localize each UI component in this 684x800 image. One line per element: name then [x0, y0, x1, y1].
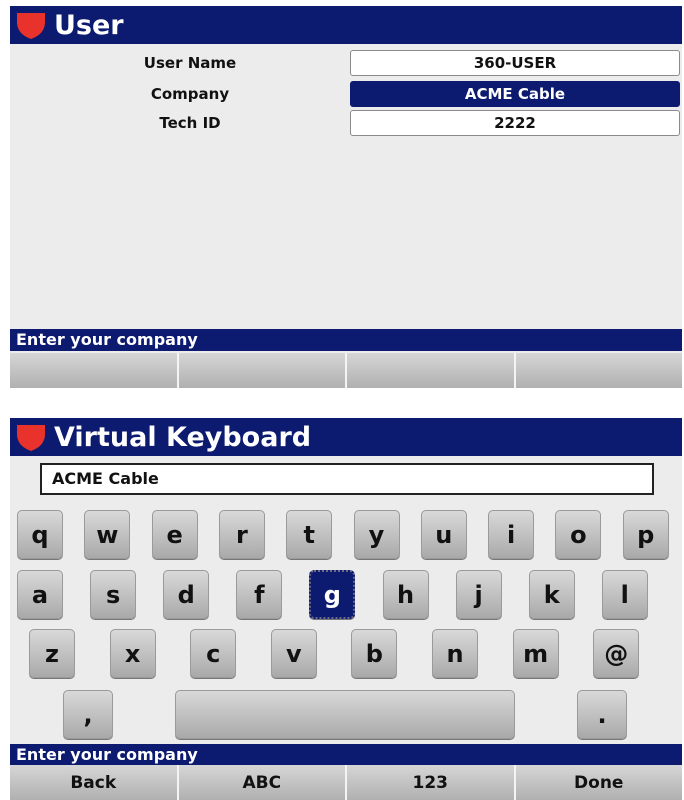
key-i[interactable]: i — [488, 510, 535, 559]
key-w[interactable]: w — [84, 510, 131, 559]
form-row-company: Company ACME Cable — [10, 81, 682, 109]
key-z[interactable]: z — [29, 629, 75, 678]
key-d[interactable]: d — [163, 570, 210, 619]
tech-id-field[interactable]: 2222 — [350, 110, 680, 136]
key-a[interactable]: a — [17, 570, 63, 619]
key-e[interactable]: e — [151, 510, 198, 559]
page-title: User — [54, 9, 124, 41]
keyboard-input-field[interactable]: ACME Cable — [40, 463, 654, 495]
keyboard-softkeys: Back ABC 123 Done — [10, 765, 682, 800]
done-button[interactable]: Done — [515, 765, 682, 800]
key-b[interactable]: b — [351, 629, 398, 678]
user-softkey-4[interactable] — [515, 353, 682, 388]
user-softkey-1[interactable] — [10, 353, 179, 388]
user-hint-bar: Enter your company — [10, 329, 682, 351]
user-title-bar: User — [10, 6, 682, 44]
comma-key[interactable]: , — [63, 690, 113, 739]
user-name-field[interactable]: 360-USER — [350, 50, 680, 76]
key-f[interactable]: f — [236, 570, 283, 619]
key-u[interactable]: u — [420, 510, 467, 559]
key-k[interactable]: k — [528, 570, 575, 619]
form-row-user-name: User Name 360-USER — [10, 50, 682, 78]
user-screen: User User Name 360-USER Company ACME Cab… — [10, 6, 682, 359]
key-y[interactable]: y — [353, 510, 400, 559]
shield-icon — [17, 13, 45, 39]
period-key[interactable]: . — [577, 690, 627, 739]
key-j[interactable]: j — [455, 570, 502, 619]
keyboard-screen: Virtual Keyboard ACME Cable qwertyuiop as… — [10, 418, 682, 766]
key-r[interactable]: r — [218, 510, 265, 559]
user-softkeys — [10, 353, 682, 388]
key-p[interactable]: p — [622, 510, 669, 559]
user-softkey-2[interactable] — [178, 353, 347, 388]
at-key[interactable]: @ — [593, 629, 640, 678]
key-g[interactable]: g — [309, 570, 356, 619]
company-field[interactable]: ACME Cable — [350, 81, 680, 107]
back-button[interactable]: Back — [10, 765, 179, 800]
key-o[interactable]: o — [555, 510, 602, 559]
keyboard-title: Virtual Keyboard — [54, 421, 312, 453]
key-t[interactable]: t — [286, 510, 333, 559]
shield-icon — [17, 425, 45, 451]
key-s[interactable]: s — [90, 570, 137, 619]
company-label: Company — [150, 85, 230, 103]
tech-id-label: Tech ID — [159, 114, 221, 132]
abc-button[interactable]: ABC — [178, 765, 347, 800]
keyboard-hint-bar: Enter your company — [10, 744, 682, 766]
key-q[interactable]: q — [17, 510, 63, 559]
user-softkey-3[interactable] — [347, 353, 516, 388]
key-n[interactable]: n — [432, 629, 478, 678]
keyboard-title-bar: Virtual Keyboard — [10, 418, 682, 456]
key-c[interactable]: c — [190, 629, 237, 678]
user-name-label: User Name — [143, 54, 237, 72]
numeric-button[interactable]: 123 — [347, 765, 516, 800]
key-v[interactable]: v — [270, 629, 317, 678]
form-row-tech-id: Tech ID 2222 — [10, 110, 682, 138]
key-m[interactable]: m — [512, 629, 559, 678]
space-key[interactable] — [175, 690, 515, 739]
key-l[interactable]: l — [601, 570, 648, 619]
key-h[interactable]: h — [382, 570, 429, 619]
key-x[interactable]: x — [109, 629, 156, 678]
